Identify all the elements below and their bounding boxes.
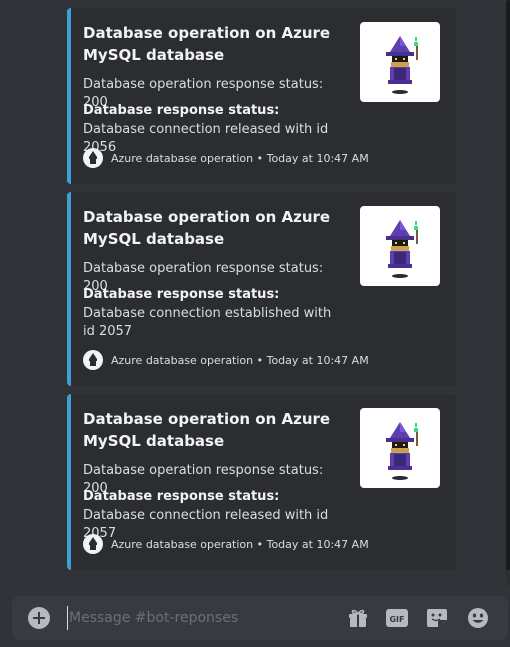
footer-text: Azure database operation • Today at 10:4… <box>111 353 369 367</box>
emoji-icon[interactable] <box>466 607 490 629</box>
embed-card: Database operation on Azure MySQL databa… <box>67 8 456 184</box>
footer-text: Azure database operation • Today at 10:4… <box>111 151 369 165</box>
chat-window: Database operation on Azure MySQL databa… <box>0 0 510 647</box>
embed-footer: Azure database operation • Today at 10:4… <box>83 148 369 168</box>
message-list[interactable]: Database operation on Azure MySQL databa… <box>0 0 510 585</box>
field-name: Database response status: <box>83 287 280 302</box>
embed-footer: Azure database operation • Today at 10:4… <box>83 350 369 370</box>
scrollbar-thumb[interactable] <box>506 0 510 570</box>
message-input[interactable] <box>67 606 339 630</box>
footer-text: Azure database operation • Today at 10:4… <box>111 537 369 551</box>
embed-card: Database operation on Azure MySQL databa… <box>67 394 456 570</box>
embed-title: Database operation on Azure MySQL databa… <box>83 208 331 248</box>
sticker-icon[interactable] <box>425 607 449 629</box>
wizard-footer-icon <box>83 350 103 370</box>
embed-thumbnail[interactable] <box>360 206 440 286</box>
wizard-sprite-icon <box>386 422 418 480</box>
plus-circle-icon[interactable] <box>28 607 50 629</box>
message-composer: GIF <box>12 596 508 640</box>
embed-card: Database operation on Azure MySQL databa… <box>67 192 456 386</box>
gif-label: GIF <box>389 615 404 624</box>
wizard-footer-icon <box>83 148 103 168</box>
embed-title: Database operation on Azure MySQL databa… <box>83 410 331 450</box>
embed-thumbnail[interactable] <box>360 22 440 102</box>
embed-title: Database operation on Azure MySQL databa… <box>83 24 331 64</box>
field-value: Database connection established with id … <box>83 306 332 339</box>
wizard-sprite-icon <box>386 220 418 278</box>
embed-footer: Azure database operation • Today at 10:4… <box>83 534 369 554</box>
gift-icon[interactable] <box>346 607 370 629</box>
wizard-sprite-icon <box>386 36 418 94</box>
field-name: Database response status: <box>83 489 280 504</box>
scrollbar-track[interactable] <box>506 0 510 585</box>
gif-icon[interactable]: GIF <box>385 607 409 629</box>
embed-thumbnail[interactable] <box>360 408 440 488</box>
wizard-footer-icon <box>83 534 103 554</box>
field-name: Database response status: <box>83 103 280 118</box>
